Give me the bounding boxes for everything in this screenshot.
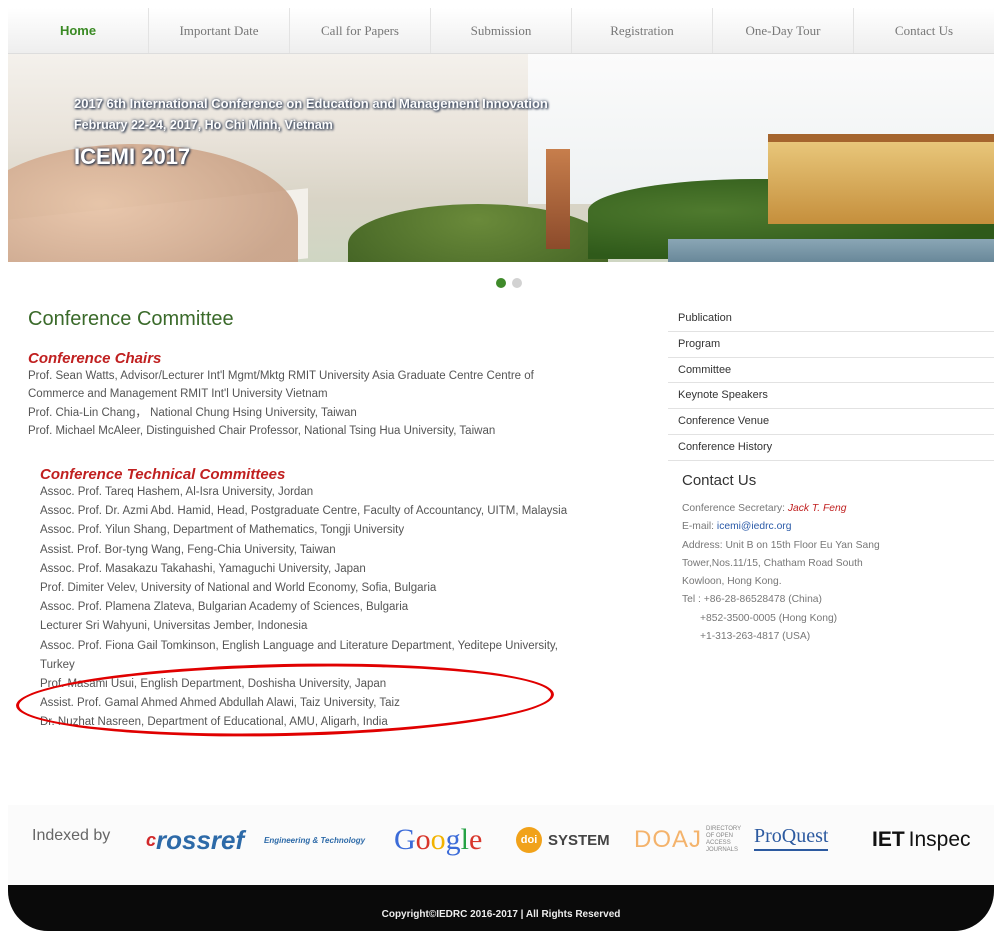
committee-member: Assoc. Prof. Masakazu Takahashi, Yamaguc… <box>40 562 366 575</box>
crossref-text: rossref <box>156 824 245 855</box>
google-letter: G <box>394 823 416 856</box>
banner-date-location: February 22-24, 2017, Ho Chi Minh, Vietn… <box>74 118 333 132</box>
proquest-logo[interactable]: ProQuest <box>754 823 829 851</box>
sidebar-item-program[interactable]: Program <box>668 332 994 358</box>
footer: Copyright©IEDRC 2016-2017 | All Rights R… <box>8 885 994 931</box>
google-scholar-logo[interactable]: Google <box>394 823 482 857</box>
hero-banner: 2017 6th International Conference on Edu… <box>8 54 994 262</box>
tel-line: +852-3500-0005 (Hong Kong) <box>700 612 838 624</box>
banner-palace <box>768 134 994 224</box>
copyright-text: Copyright©IEDRC 2016-2017 | All Rights R… <box>381 909 621 920</box>
carousel-dot-2[interactable] <box>512 278 522 288</box>
indexed-by-bar: Indexed by c rossref Engineering & Techno… <box>8 805 994 885</box>
chair-line: Prof. Michael McAleer, Distinguished Cha… <box>28 424 496 437</box>
chair-line: Prof. Chia-Lin Chang， National Chung Hsi… <box>28 406 357 419</box>
sidebar-item-publication[interactable]: Publication <box>668 306 994 332</box>
carousel-dots <box>496 278 522 288</box>
secretary-line: Conference Secretary: Jack T. Feng <box>682 500 982 518</box>
crossref-c: c <box>146 829 157 850</box>
crossref-logo[interactable]: c rossref <box>146 823 244 857</box>
main-content: Conference Committee <box>28 300 648 331</box>
tel-line: +1-313-263-4817 (USA) <box>700 631 811 643</box>
committee-member: Lecturer Sri Wahyuni, Universitas Jember… <box>40 620 308 633</box>
banner-title: 2017 6th International Conference on Edu… <box>74 96 548 111</box>
nav-one-day-tour[interactable]: One-Day Tour <box>713 8 854 53</box>
committee-member: Assoc. Prof. Plamena Zlateva, Bulgarian … <box>40 601 409 614</box>
committee-member: Assoc. Prof. Dr. Azmi Abd. Hamid, Head, … <box>40 505 568 518</box>
committee-member: Assoc. Prof. Yilun Shang, Department of … <box>40 524 405 537</box>
banner-tower <box>546 149 570 249</box>
contact-heading: Contact Us <box>682 472 757 489</box>
chair-line: Prof. Sean Watts, Advisor/Lecturer Int'l… <box>28 370 534 382</box>
nav-registration[interactable]: Registration <box>572 8 713 53</box>
nav-home[interactable]: Home <box>8 8 149 53</box>
sidebar-item-keynote-speakers[interactable]: Keynote Speakers <box>668 383 994 410</box>
indexed-by-label: Indexed by <box>32 827 111 844</box>
inspec-text: Inspec <box>908 828 971 851</box>
sidebar-menu: Publication Program Committee Keynote Sp… <box>668 306 994 461</box>
doi-icon: doi <box>516 827 542 853</box>
google-letter: o <box>430 823 446 856</box>
nav-call-for-papers[interactable]: Call for Papers <box>290 8 431 53</box>
address-line: Address: Unit B on 15th Floor Eu Yan San… <box>682 539 880 551</box>
iet-mark: IET <box>872 828 905 851</box>
technical-heading: Conference Technical Committees <box>40 466 286 483</box>
email-link[interactable]: icemi@iedrc.org <box>717 521 792 532</box>
address-line: Kowloon, Hong Kong. <box>682 576 782 588</box>
doi-text: SYSTEM <box>548 831 610 849</box>
doaj-logo[interactable]: DOAJ DIRECTORY OF OPEN ACCESS JOURNALS <box>634 823 746 857</box>
sidebar-item-committee[interactable]: Committee <box>668 358 994 384</box>
chairs-heading: Conference Chairs <box>28 350 162 367</box>
google-letter: g <box>445 823 461 856</box>
committee-member: Assist. Prof. Bor-tyng Wang, Feng-Chia U… <box>40 543 336 556</box>
conference-chairs-section: Conference Chairs Prof. Sean Watts, Advi… <box>28 350 638 440</box>
top-navigation: Home Important Date Call for Papers Subm… <box>8 8 994 54</box>
secretary-name: Jack T. Feng <box>787 503 847 514</box>
secretary-label: Conference Secretary: <box>682 503 788 514</box>
sidebar-item-conference-history[interactable]: Conference History <box>668 435 994 461</box>
committee-member: Prof. Dimiter Velev, University of Natio… <box>40 582 437 595</box>
page-title: Conference Committee <box>28 308 234 330</box>
contact-info: Conference Secretary: Jack T. Feng E-mai… <box>682 500 982 646</box>
google-letter: l <box>460 823 470 856</box>
iet-inspec-logo[interactable]: IET Inspec <box>872 823 971 857</box>
doaj-text: DOAJ <box>634 826 703 853</box>
nav-contact-us[interactable]: Contact Us <box>854 8 994 53</box>
email-label: E-mail: <box>682 521 717 533</box>
committee-member: Assoc. Prof. Fiona Gail Tomkinson, Engli… <box>40 639 559 652</box>
email-line: E-mail: icemi@iedrc.org <box>682 518 982 536</box>
doaj-subtext: DIRECTORY OF OPEN ACCESS JOURNALS <box>706 826 742 853</box>
carousel-dot-1[interactable] <box>496 278 506 288</box>
doi-system-logo[interactable]: doi SYSTEM <box>516 823 610 857</box>
nav-submission[interactable]: Submission <box>431 8 572 53</box>
sidebar-item-conference-venue[interactable]: Conference Venue <box>668 409 994 435</box>
banner-pool <box>668 239 994 262</box>
nav-important-date[interactable]: Important Date <box>149 8 290 53</box>
engineering-technology-logo[interactable]: Engineering & Technology <box>264 823 365 857</box>
google-letter: e <box>469 823 483 856</box>
chair-line: Commerce and Management RMIT Int'l Unive… <box>28 388 328 401</box>
tel-line: Tel : +86-28-86528478 (China) <box>682 594 822 606</box>
address-line: Tower,Nos.11/15, Chatham Road South <box>682 557 863 569</box>
banner-acronym: ICEMI 2017 <box>74 144 191 169</box>
committee-member: Assoc. Prof. Tareq Hashem, Al-Isra Unive… <box>40 486 314 498</box>
google-letter: o <box>415 823 431 856</box>
